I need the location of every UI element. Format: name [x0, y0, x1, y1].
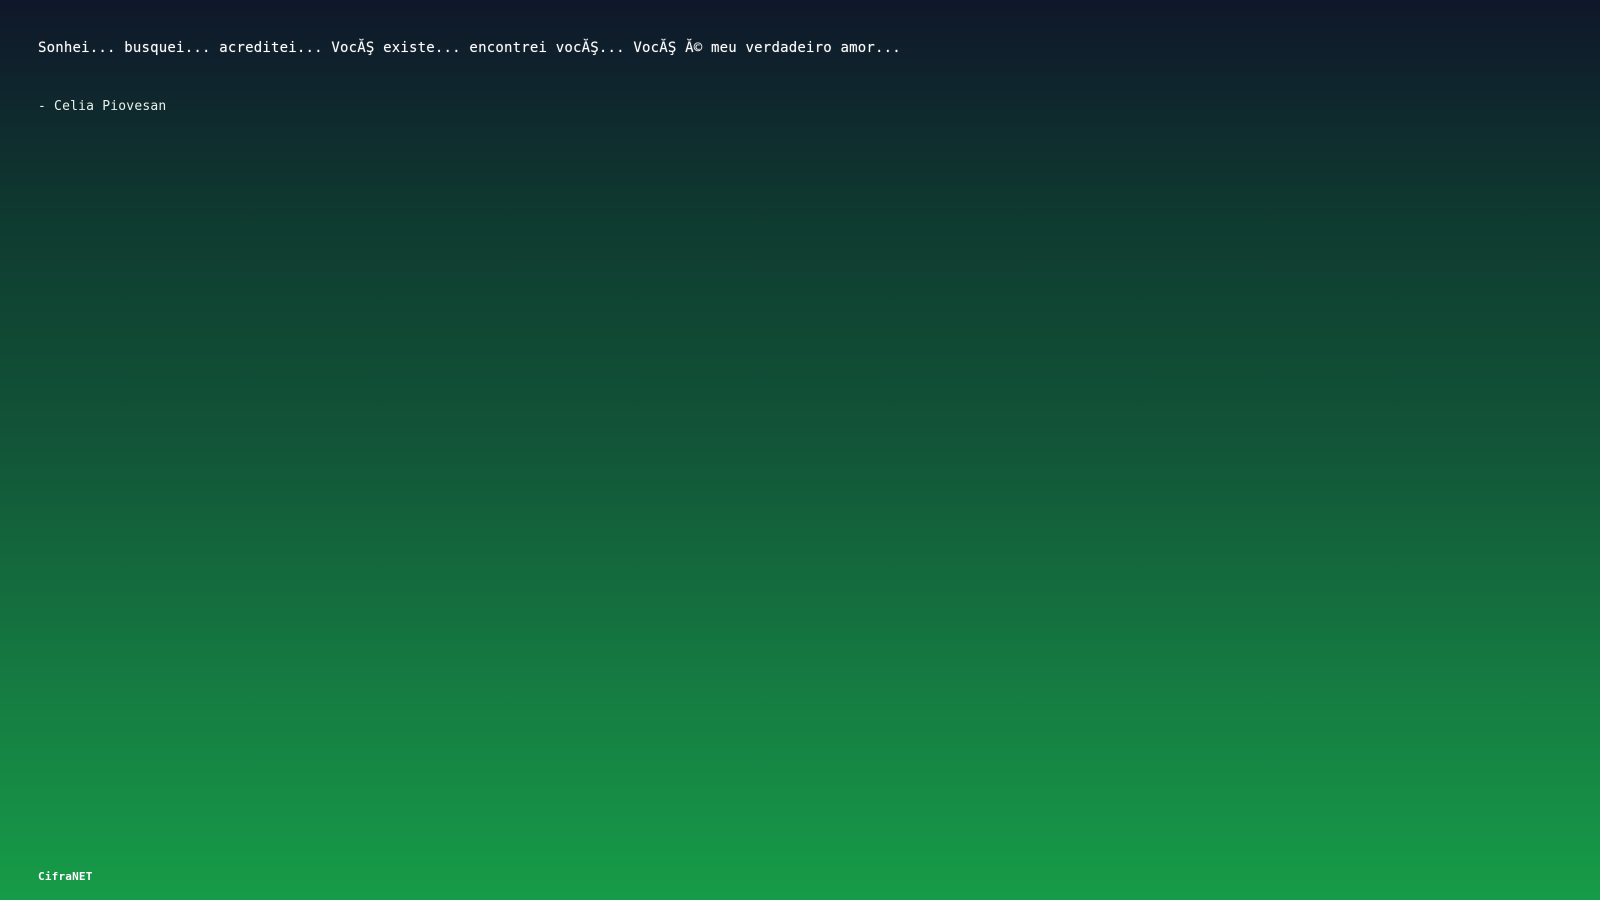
quote-text: Sonhei... busquei... acreditei... VocĂŞ … — [38, 40, 901, 56]
quote-author: - Celia Piovesan — [38, 99, 167, 114]
brand-label: CifraNET — [38, 870, 93, 883]
